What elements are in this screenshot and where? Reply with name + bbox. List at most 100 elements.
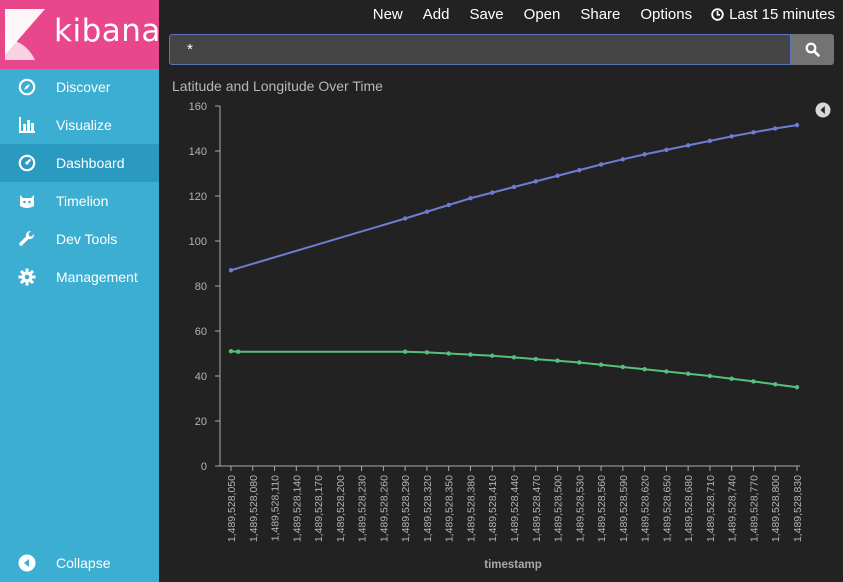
search-button[interactable] (791, 34, 834, 65)
dashboard-gauge-icon (18, 154, 36, 172)
search-icon (805, 42, 820, 57)
collapse-button[interactable]: Collapse (0, 544, 159, 582)
share-button[interactable]: Share (580, 6, 620, 23)
data-point (598, 362, 604, 367)
main-nav: Discover Visualize Dashboard Timelion De… (0, 68, 159, 296)
data-point (729, 134, 734, 139)
nav-item-label: Dev Tools (56, 231, 118, 247)
data-point (490, 190, 495, 195)
search-input[interactable] (169, 34, 791, 65)
x-tick-label: 1,489,528,560 (596, 475, 608, 542)
x-tick-label: 1,489,528,080 (248, 475, 260, 542)
nav-item-dev-tools[interactable]: Dev Tools (0, 220, 159, 258)
x-tick-label: 1,489,528,830 (792, 475, 804, 542)
y-tick-label: 100 (189, 236, 207, 248)
data-point (773, 382, 778, 387)
nav-item-visualize[interactable]: Visualize (0, 106, 159, 144)
time-picker-button[interactable]: Last 15 minutes (711, 6, 835, 23)
bar-chart-icon (19, 117, 35, 133)
y-tick-label: 120 (189, 191, 207, 203)
nav-item-discover[interactable]: Discover (0, 68, 159, 106)
kibana-logo[interactable]: kibana (0, 0, 160, 69)
data-point (402, 216, 408, 221)
legend-toggle-icon[interactable] (815, 102, 831, 118)
x-tick-label: 1,489,528,260 (378, 475, 390, 542)
x-tick-label: 1,489,528,440 (509, 475, 521, 542)
x-tick-label: 1,489,528,530 (574, 475, 586, 542)
timelion-cat-icon (20, 195, 34, 208)
data-point (664, 147, 669, 153)
data-point (424, 209, 430, 214)
data-point (228, 349, 234, 354)
x-tick-label: 1,489,528,200 (335, 475, 347, 542)
data-point (533, 179, 538, 184)
series-line (230, 124, 798, 272)
collapse-label: Collapse (56, 555, 111, 571)
kibana-logo-icon (5, 9, 45, 60)
data-point (620, 157, 626, 162)
data-point (773, 126, 778, 131)
data-point (511, 355, 517, 360)
data-point (446, 351, 451, 356)
x-tick-label: 1,489,528,320 (422, 475, 434, 542)
data-point (446, 202, 451, 208)
y-tick-label: 40 (195, 371, 207, 383)
add-button[interactable]: Add (423, 6, 450, 23)
new-button[interactable]: New (373, 6, 403, 23)
options-button[interactable]: Options (640, 6, 692, 23)
query-bar (169, 34, 834, 65)
compass-icon (18, 78, 36, 96)
x-tick-label: 1,489,528,710 (705, 475, 717, 542)
gear-icon (18, 268, 36, 286)
nav-item-timelion[interactable]: Timelion (0, 182, 159, 220)
nav-item-management[interactable]: Management (0, 258, 159, 296)
nav-item-dashboard[interactable]: Dashboard (0, 144, 159, 182)
data-point (685, 371, 691, 376)
x-tick-label: 1,489,528,680 (683, 475, 695, 542)
x-tick-label: 1,489,528,500 (553, 475, 565, 542)
data-point (533, 356, 538, 362)
x-tick-label: 1,489,528,140 (291, 475, 303, 542)
x-tick-label: 1,489,528,620 (640, 475, 652, 542)
y-tick-label: 0 (201, 461, 207, 473)
data-point (555, 358, 560, 363)
data-point (236, 349, 241, 354)
data-point (751, 379, 756, 384)
x-tick-label: 1,489,528,050 (226, 475, 238, 542)
x-axis-label: timestamp (484, 559, 542, 571)
panel-title: Latitude and Longitude Over Time (172, 78, 383, 94)
data-point (555, 173, 560, 178)
x-tick-label: 1,489,528,740 (727, 475, 739, 542)
top-menu: New Add Save Open Share Options Last 15 … (353, 6, 835, 23)
y-tick-label: 60 (195, 326, 207, 338)
data-point (707, 138, 713, 144)
save-button[interactable]: Save (469, 6, 503, 23)
clock-icon (711, 8, 724, 21)
x-tick-label: 1,489,528,410 (487, 475, 499, 542)
data-point (598, 162, 604, 167)
data-point (228, 268, 234, 273)
x-tick-label: 1,489,528,800 (770, 475, 782, 542)
wrench-icon (19, 230, 35, 246)
nav-item-label: Discover (56, 79, 111, 95)
y-tick-label: 80 (195, 281, 207, 293)
chevron-left-circle-icon (18, 554, 36, 572)
data-point (424, 350, 430, 355)
nav-item-label: Management (56, 269, 138, 285)
x-tick-label: 1,489,528,290 (400, 475, 412, 542)
open-button[interactable]: Open (524, 6, 561, 23)
x-tick-label: 1,489,528,590 (618, 475, 630, 542)
sidebar: kibana Discover Visualize Dashboard Time… (0, 0, 160, 582)
data-point (685, 143, 691, 148)
x-tick-label: 1,489,528,380 (465, 475, 477, 542)
data-point (751, 130, 756, 135)
data-point (642, 367, 647, 372)
y-tick-label: 140 (189, 146, 207, 158)
data-point (511, 184, 517, 190)
x-tick-label: 1,489,528,350 (444, 475, 456, 542)
x-tick-label: 1,489,528,230 (357, 475, 369, 542)
data-point (729, 376, 734, 381)
data-point (664, 369, 669, 374)
nav-item-label: Visualize (56, 117, 112, 133)
x-tick-label: 1,489,528,470 (531, 475, 543, 542)
